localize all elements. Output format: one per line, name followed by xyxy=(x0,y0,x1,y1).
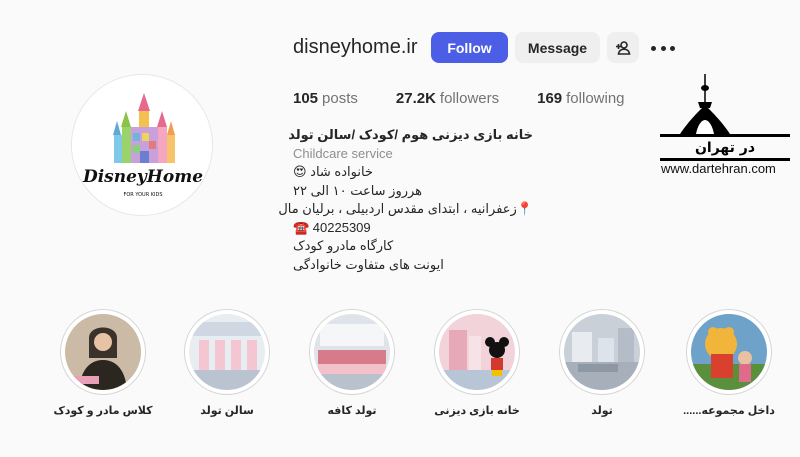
profile-avatar[interactable]: DisneyHome FOR YOUR KIDS xyxy=(71,74,213,216)
highlight-label: خانه بازی دیزنی xyxy=(434,405,520,417)
person-add-icon xyxy=(616,40,631,55)
more-options-icon[interactable] xyxy=(651,38,675,58)
highlight-item[interactable]: تولد xyxy=(547,309,657,417)
posts-stat[interactable]: 105 posts xyxy=(293,90,358,107)
highlight-label: کلاس مادر و کودک xyxy=(53,405,153,417)
bio-line: کارگاه مادرو کودک xyxy=(293,238,394,253)
followers-stat[interactable]: 27.2K followers xyxy=(396,90,499,107)
highlight-label: داخل مجموعه...... xyxy=(683,405,775,417)
highlight-label: تولد کافه xyxy=(327,405,377,417)
svg-text:DisneyHome: DisneyHome xyxy=(82,167,203,187)
watermark-url: www.dartehran.com xyxy=(661,161,776,176)
svg-text:FOR YOUR KIDS: FOR YOUR KIDS xyxy=(123,192,162,198)
highlight-item[interactable]: سالن تولد xyxy=(172,309,282,417)
svg-text:در تهران: در تهران xyxy=(695,140,755,156)
message-button[interactable]: Message xyxy=(515,32,600,63)
bio-phone: ☎️ 40225309 xyxy=(293,219,371,235)
highlight-item[interactable]: داخل مجموعه...... xyxy=(674,309,784,417)
highlight-thumbnail xyxy=(439,314,515,390)
bio-line: خانواده شاد 😍 xyxy=(293,164,373,179)
highlight-thumbnail xyxy=(314,314,390,390)
profile-name: خانه بازی دیزنی هوم /کودک /سالن تولد xyxy=(288,127,533,142)
highlight-thumbnail xyxy=(564,314,640,390)
highlight-label: سالن تولد xyxy=(200,405,254,417)
profile-category[interactable]: Childcare service xyxy=(293,145,533,164)
highlight-thumbnail xyxy=(189,314,265,390)
highlight-item[interactable]: تولد کافه xyxy=(297,309,407,417)
highlight-label: تولد xyxy=(591,405,613,417)
bio-line: ایونت های متفاوت خانوادگی xyxy=(293,256,444,272)
follow-button[interactable]: Follow xyxy=(431,32,508,63)
add-user-button[interactable] xyxy=(607,32,639,63)
following-stat[interactable]: 169 following xyxy=(537,90,624,107)
username: disneyhome.ir xyxy=(293,36,418,58)
story-highlights: داخل مجموعه...... تولد خانه بازی دیزنی ت… xyxy=(0,309,800,429)
highlight-item[interactable]: کلاس مادر و کودک xyxy=(48,309,158,417)
highlight-item[interactable]: خانه بازی دیزنی xyxy=(422,309,532,417)
highlight-thumbnail xyxy=(65,314,141,390)
bio-line: 📍زعفرانیه ، ابتدای مقدس اردبیلی ، برلیان… xyxy=(278,201,533,216)
bio-line: هرروز ساعت ۱۰ الی ۲۲ xyxy=(293,182,423,198)
highlight-thumbnail xyxy=(691,314,767,390)
profile-stats: 105 posts 27.2K followers 169 following xyxy=(293,90,663,107)
disney-home-logo: DisneyHome FOR YOUR KIDS xyxy=(72,75,212,215)
profile-bio: خانه بازی دیزنی هوم /کودک /سالن تولد Chi… xyxy=(278,126,533,274)
